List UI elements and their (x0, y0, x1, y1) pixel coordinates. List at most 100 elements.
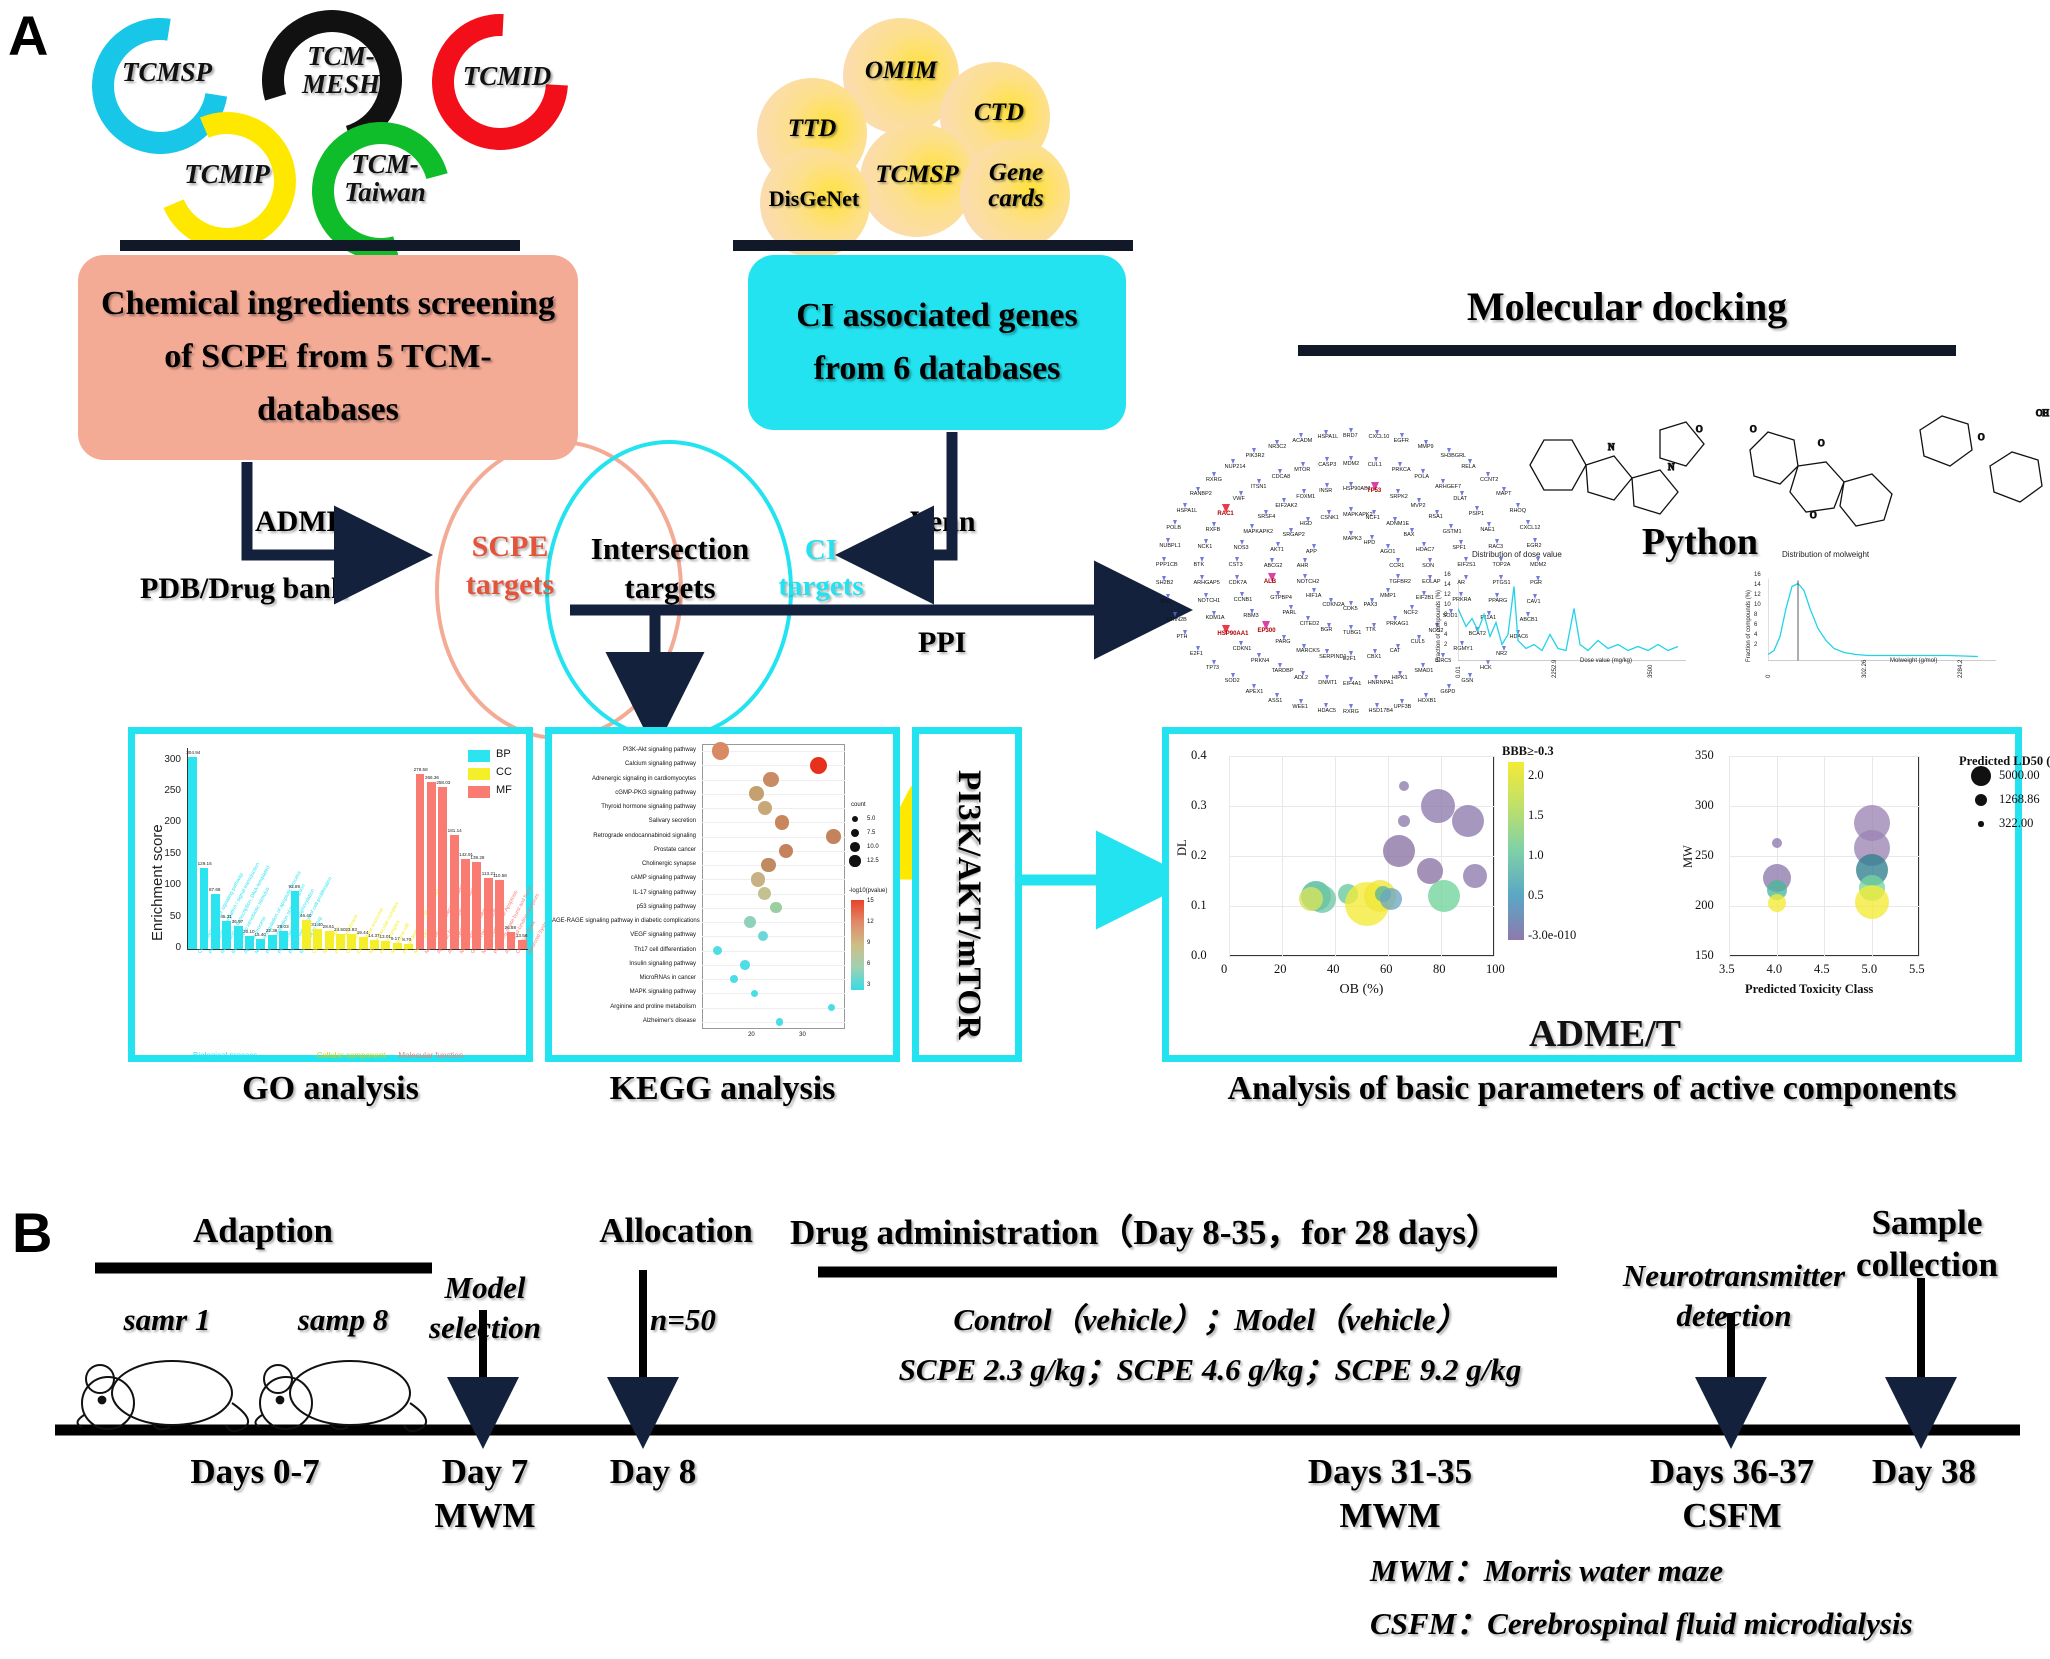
kegg-gridline (702, 836, 845, 838)
ppi-node-label: HDAC5 (1317, 707, 1337, 714)
mouse-icon-samp8 (254, 1360, 428, 1433)
ppi-node-label: AKT1 (1270, 546, 1284, 553)
go-bar-value: 24.50 (334, 926, 346, 932)
python-plot-title: Distribution of dose value (1472, 550, 1562, 559)
svg-text:O: O (1978, 432, 1985, 442)
timeline-day-38: Day 38 (1871, 1452, 1977, 1491)
ppi-node-label: ACADM (1292, 438, 1313, 445)
timeline-model-selection: Model selection (429, 1270, 541, 1346)
admet-caption: Analysis of basic parameters of active c… (1227, 1070, 1957, 1107)
ppi-node-label: FOXM1 (1296, 493, 1316, 500)
admet-left-bubble (1379, 887, 1402, 910)
ppi-node-label: PIK3R2 (1245, 453, 1265, 460)
go-bar-value: 129.16 (197, 860, 212, 866)
go-legend-label: BP (496, 748, 511, 760)
kegg-gridline (702, 822, 845, 823)
kegg-bubble (740, 960, 750, 970)
admet-color-legend-tick: 0.5 (1528, 888, 1544, 902)
go-bar (199, 867, 209, 949)
admet-right-bubble (1771, 838, 1782, 848)
svg-text:O: O (1696, 424, 1703, 434)
ppi-node-label: NOTCH1 (1197, 598, 1221, 605)
ppi-node-label: UPF3B (1393, 703, 1412, 710)
chemical-structures: N N O O O O O OH (1500, 370, 2050, 550)
ppi-node-label: CDK7A (1228, 579, 1247, 586)
ppi-node-label: SRPK2 (1389, 493, 1408, 500)
ppi-node-label: MTOR (1294, 466, 1311, 473)
ppi-node-label: NCF1 (1365, 514, 1380, 521)
admet-ld50-legend-dot (1975, 794, 1987, 806)
kegg-bubble (761, 857, 776, 873)
go-bar (370, 939, 379, 949)
ppi-node-label: PRKN4 (1250, 658, 1270, 665)
python-molweight-plot: Distribution of molweight Fraction of com… (1740, 550, 2010, 725)
go-bar (517, 940, 527, 949)
ppi-node-label: SOD2 (1224, 678, 1240, 685)
kegg-bubble (763, 771, 779, 788)
python-plot-ytick: 14 (1444, 582, 1451, 588)
kegg-color-legend-title: -log10(pvalue) (849, 888, 888, 894)
admet-left-xtick: 100 (1486, 962, 1505, 976)
ppi-node-label: TP73 (1205, 665, 1220, 672)
python-plot-ytick: 6 (1754, 622, 1758, 628)
ppi-node-label: NOTCH2 (1296, 578, 1320, 585)
ppi-node-label: ARHGEF7 (1435, 483, 1462, 490)
admet-left-xlabel: OB (%) (1339, 982, 1384, 997)
go-bar-value: 46.40 (299, 912, 312, 918)
ppi-node-label: BRD7 (1343, 433, 1358, 439)
kegg-size-legend-dot (850, 842, 860, 852)
admet-right-gridline-h (1729, 906, 1919, 907)
go-bar (210, 893, 220, 949)
mouse-label-samr1: samr 1 (123, 1302, 211, 1337)
python-plot-xlabel: Dose value (mg/kg) (1580, 658, 1633, 664)
go-bar (245, 936, 254, 949)
python-plot-ytick: 4 (1754, 632, 1758, 638)
svg-text:OH: OH (2036, 408, 2049, 418)
ppi-node-label: TUBG1 (1343, 629, 1362, 636)
python-plot-xtick: 0.01 (1456, 666, 1462, 678)
admet-left-xtick: 60 (1380, 962, 1393, 976)
go-bar-value: 22.36 (265, 927, 278, 933)
python-plot-xlabel: Molweight (g/mol) (1890, 658, 1938, 664)
go-bar (426, 781, 436, 949)
kegg-bubble (711, 742, 730, 760)
ppi-node-label: BGR (1320, 627, 1333, 634)
go-bar (313, 929, 323, 949)
kegg-gridline (702, 808, 845, 809)
ppi-node-label: SH2B2 (1155, 580, 1174, 587)
kegg-plot-frame (702, 744, 845, 1029)
admet-right-gridline-h (1729, 956, 1919, 957)
ppi-node-label: VWF (1232, 496, 1245, 503)
ppi-node-label: GTPBP4 (1270, 595, 1292, 602)
go-bar-value: 304.94 (186, 750, 201, 756)
label-ppi: PPI (918, 626, 967, 659)
ppi-node-label: CAT (1389, 648, 1401, 655)
svg-text:O: O (1810, 510, 1817, 520)
kegg-pathway-label: MicroRNAs in cancer (639, 975, 696, 982)
go-bar (495, 879, 504, 949)
ppi-node-label: CUL1 (1367, 462, 1382, 469)
go-bar-value: 110.58 (493, 872, 507, 878)
kegg-size-legend-label: 10.0 (867, 844, 879, 850)
ppi-node-label: GSTM1 (1442, 528, 1462, 535)
timeline-day-0-7: Days 0-7 (190, 1452, 320, 1491)
kegg-color-legend-tick: 9 (867, 940, 871, 946)
admet-left-ytick: 0.4 (1191, 748, 1207, 762)
admet-color-legend-tick: 1.0 (1528, 848, 1544, 862)
python-plot-ytick: 8 (1754, 612, 1758, 618)
kegg-gridline (702, 993, 845, 994)
go-bar-value: 26.88 (504, 925, 517, 931)
venn-label-ci: CI targets (778, 534, 864, 603)
ppi-node-label: MVP2 (1410, 502, 1426, 509)
timeline-day-8: Day 8 (609, 1452, 697, 1491)
timeline-days-36-37: Days 36-37 CSFM (1649, 1452, 1815, 1535)
admet-ld50-legend-dot (1978, 821, 1984, 827)
go-bar (472, 861, 482, 949)
go-bar-value: 29.03 (277, 923, 289, 929)
admet-right-bubble (1767, 894, 1786, 912)
ppi-node-label: ARHGAP5 (1193, 580, 1220, 587)
kegg-gridline (702, 1007, 845, 1009)
ppi-node-label: ADL2 (1294, 675, 1309, 682)
kegg-pathway-label: Th17 cell differentiation (634, 946, 696, 953)
legend-csfm: CSFM：Cerebrospinal fluid microdialysis (1370, 1606, 1913, 1641)
